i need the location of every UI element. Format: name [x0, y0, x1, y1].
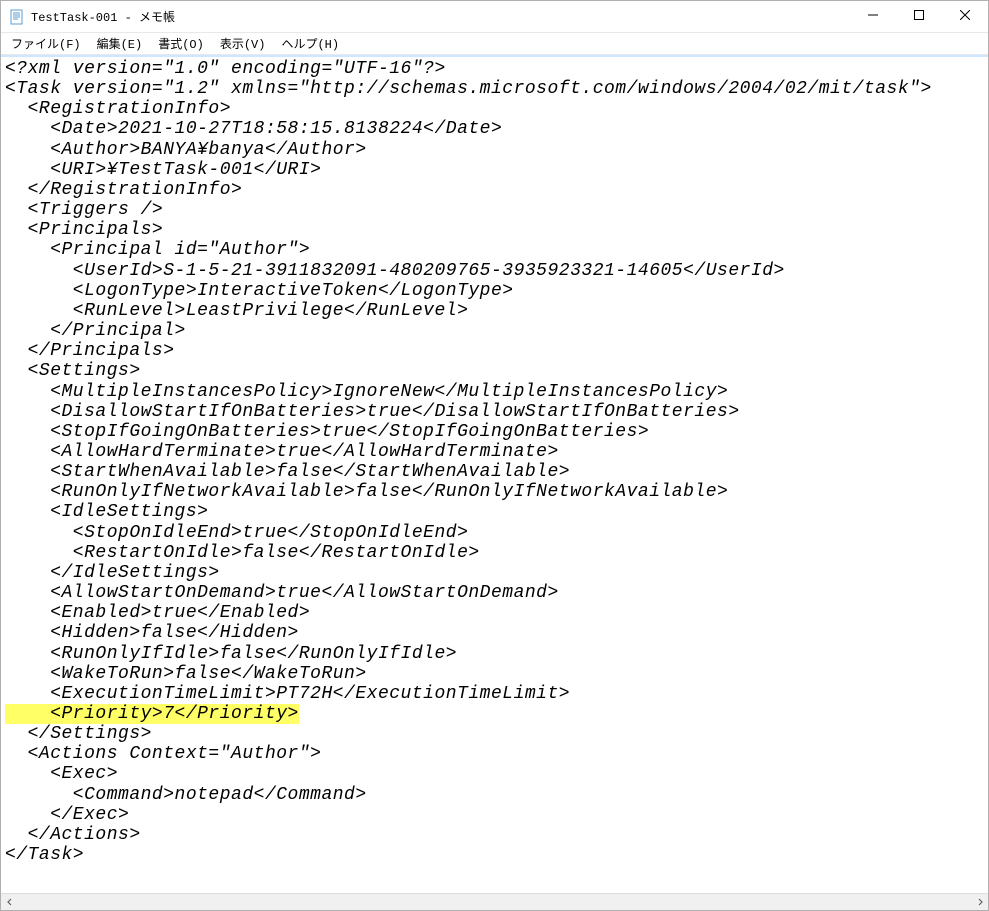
- menu-bar: ファイル(F) 編集(E) 書式(O) 表示(V) ヘルプ(H): [1, 33, 988, 55]
- menu-help[interactable]: ヘルプ(H): [273, 33, 347, 54]
- menu-file[interactable]: ファイル(F): [3, 33, 89, 54]
- scroll-left-button[interactable]: [1, 894, 18, 911]
- chevron-right-icon: [976, 893, 984, 911]
- window-title: TestTask-001 - メモ帳: [31, 8, 850, 25]
- menu-view[interactable]: 表示(V): [212, 33, 274, 54]
- horizontal-scrollbar[interactable]: [1, 893, 988, 910]
- close-button[interactable]: [942, 1, 988, 32]
- notepad-icon: [9, 9, 25, 25]
- maximize-icon: [914, 10, 924, 24]
- menu-edit[interactable]: 編集(E): [89, 33, 151, 54]
- menu-format[interactable]: 書式(O): [150, 33, 212, 54]
- window-controls: [850, 1, 988, 32]
- scroll-right-button[interactable]: [971, 894, 988, 911]
- document-text[interactable]: <?xml version="1.0" encoding="UTF-16"?> …: [1, 57, 988, 885]
- text-area[interactable]: <?xml version="1.0" encoding="UTF-16"?> …: [1, 57, 988, 893]
- chevron-left-icon: [6, 893, 14, 911]
- title-bar[interactable]: TestTask-001 - メモ帳: [1, 1, 988, 33]
- minimize-button[interactable]: [850, 1, 896, 32]
- app-window: TestTask-001 - メモ帳 ファイル(F) 編集(E) 書式(O) 表…: [0, 0, 989, 911]
- close-icon: [960, 10, 970, 24]
- minimize-icon: [868, 10, 878, 24]
- maximize-button[interactable]: [896, 1, 942, 32]
- scroll-track[interactable]: [18, 894, 971, 910]
